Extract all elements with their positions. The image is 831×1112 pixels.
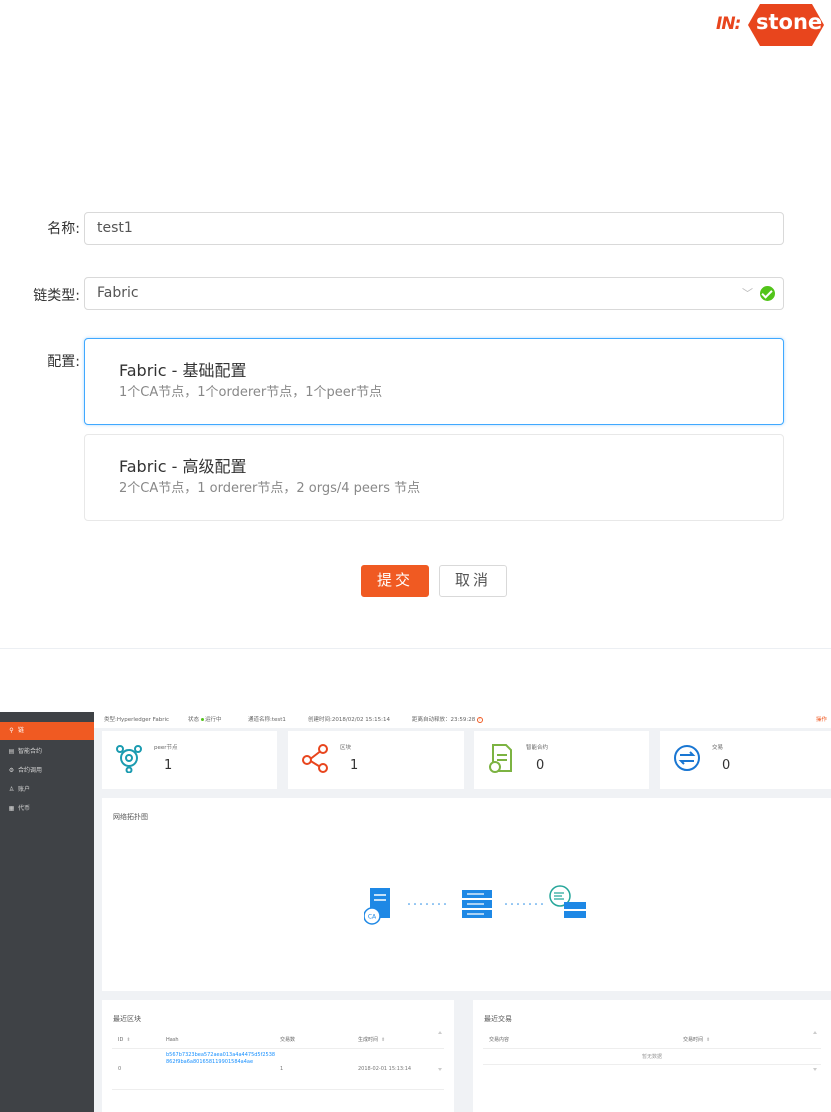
cancel-button[interactable]: 取消 [439, 565, 507, 597]
recent-blocks-panel: 最近区块 ID ⬍ Hash 交易数 生成时间 ⬍ 0 b567b7323bea57… [102, 1000, 454, 1112]
chain-type-info: 类型:Hyperledger Fabric [104, 717, 170, 723]
sidebar-item-contract-call[interactable]: ⚙ 合约调用 [0, 762, 94, 780]
column-header-time[interactable]: 生成时间 ⬍ [358, 1031, 385, 1049]
sort-icon: ⬍ [706, 1037, 711, 1043]
topology-diagram: CA [364, 885, 586, 925]
connector-left [408, 903, 446, 905]
chain-type-label: 链类型: [33, 288, 80, 304]
logo-prefix: IN: [716, 14, 741, 34]
block-time: 2018-02-01 15:13:14 [358, 1066, 412, 1072]
stat-label: 交易 [712, 745, 724, 751]
chevron-down-icon: ﹀ [742, 287, 753, 300]
stat-card-block: 区块 1 [288, 731, 464, 789]
sort-icon: ⬍ [381, 1037, 386, 1043]
submit-button[interactable]: 提交 [361, 565, 429, 597]
transaction-icon [674, 745, 700, 771]
chain-status: 状态 运行中 [188, 717, 222, 723]
table-row[interactable]: 0 b567b7323bea572aea013a4a4475d5f2538862… [112, 1050, 444, 1090]
chain-dashboard: ⚲ 链 ▤ 智能合约 ⚙ 合约调用 ♙ 账户 ▦ 代币 类型:Hyperledger Fa… [0, 712, 831, 1112]
code-icon: ⚙ [8, 767, 15, 774]
release-countdown: 距离自动释放：23:59:28 ! [412, 712, 483, 728]
created-time: 创建时间:2018/02/02 15:15:14 [308, 717, 391, 723]
column-header-tx-count: 交易数 [280, 1037, 296, 1043]
table-header: ID ⬍ Hash 交易数 生成时间 ⬍ [112, 1031, 444, 1049]
column-header-id[interactable]: ID ⬍ [118, 1031, 131, 1049]
block-tx-count: 1 [280, 1066, 284, 1072]
status-dot-icon [201, 717, 205, 721]
table-scrollbar[interactable] [438, 1031, 442, 1071]
stat-card-transaction: 交易 0 [660, 731, 831, 789]
chain-type-value: Fabric [97, 285, 139, 301]
warning-icon: ! [476, 716, 483, 723]
peer-node-icon [116, 745, 142, 773]
file-icon: ▤ [8, 748, 15, 755]
recent-blocks-title: 最近区块 [113, 1015, 141, 1023]
config-option-desc: 2个CA节点，1 orderer节点，2 orgs/4 peers 节点 [119, 481, 421, 496]
stat-card-peer: peer节点 1 [102, 731, 277, 789]
block-id: 0 [118, 1066, 122, 1072]
operation-link[interactable]: 操作 [816, 712, 827, 728]
page: IN: stone 名称: test1 链类型: Fabric ﹀ 配置: Fa… [0, 0, 831, 1112]
peer-server-icon [549, 885, 586, 918]
column-header-content: 交易内容 [489, 1037, 510, 1043]
stat-value: 0 [722, 758, 731, 773]
sidebar-item-token[interactable]: ▦ 代币 [0, 800, 94, 818]
sidebar-item-account[interactable]: ♙ 账户 [0, 781, 94, 799]
user-icon: ♙ [8, 786, 15, 793]
block-icon [302, 744, 328, 773]
name-label: 名称: [47, 221, 80, 237]
column-header-hash: Hash [166, 1037, 179, 1043]
ca-label: CA [368, 914, 377, 921]
chain-info-bar: 类型:Hyperledger Fabric 状态 运行中 通道名称:test1 创… [94, 712, 831, 728]
topology-title: 网络拓扑图 [113, 813, 148, 821]
divider [0, 648, 831, 649]
orderer-server-icon [462, 890, 492, 918]
empty-state: 暂无数据 [483, 1050, 821, 1065]
stat-card-contract: 智能合约 0 [474, 731, 649, 789]
config-option-title: Fabric - 基础配置 [119, 361, 247, 380]
config-option-basic[interactable]: Fabric - 基础配置 1个CA节点，1个orderer节点，1个peer节… [84, 338, 784, 425]
stat-value: 0 [536, 758, 545, 773]
stat-label: 智能合约 [526, 745, 549, 751]
sidebar: ⚲ 链 ▤ 智能合约 ⚙ 合约调用 ♙ 账户 ▦ 代币 [0, 712, 94, 1112]
name-input-value: test1 [97, 220, 133, 236]
config-option-desc: 1个CA节点，1个orderer节点，1个peer节点 [119, 385, 383, 400]
sort-icon: ⬍ [126, 1037, 131, 1043]
chain-type-select[interactable]: Fabric ﹀ [84, 277, 784, 310]
logo-text: stone [756, 10, 823, 34]
check-circle-icon [760, 286, 775, 301]
name-input[interactable]: test1 [84, 212, 784, 245]
connector-right [505, 903, 543, 905]
recent-transactions-title: 最近交易 [484, 1015, 512, 1023]
table-header: 交易内容 交易时间 ⬍ [483, 1031, 821, 1049]
sidebar-item-smart-contract[interactable]: ▤ 智能合约 [0, 743, 94, 761]
token-icon: ▦ [8, 805, 15, 812]
table-scrollbar[interactable] [813, 1031, 817, 1071]
config-option-title: Fabric - 高级配置 [119, 457, 247, 476]
stat-value: 1 [350, 758, 359, 773]
contract-icon [489, 744, 512, 773]
link-icon: ⚲ [9, 727, 14, 734]
channel-name: 通道名称:test1 [248, 717, 286, 723]
config-option-advanced[interactable]: Fabric - 高级配置 2个CA节点，1 orderer节点，2 orgs/… [84, 434, 784, 521]
block-hash-link[interactable]: b567b7323bea572aea013a4a4475d5f2538862f9… [166, 1052, 278, 1066]
recent-transactions-panel: 最近交易 交易内容 交易时间 ⬍ 暂无数据 [473, 1000, 831, 1112]
stat-label: peer节点 [154, 745, 178, 751]
column-header-tx-time[interactable]: 交易时间 ⬍ [683, 1031, 710, 1049]
topology-panel: 网络拓扑图 CA [102, 798, 831, 991]
stat-value: 1 [164, 758, 173, 773]
config-label: 配置: [47, 354, 80, 370]
sidebar-item-chain[interactable]: ⚲ 链 [0, 722, 94, 740]
inkstone-logo: IN: stone [716, 4, 826, 46]
stat-label: 区块 [340, 745, 352, 751]
